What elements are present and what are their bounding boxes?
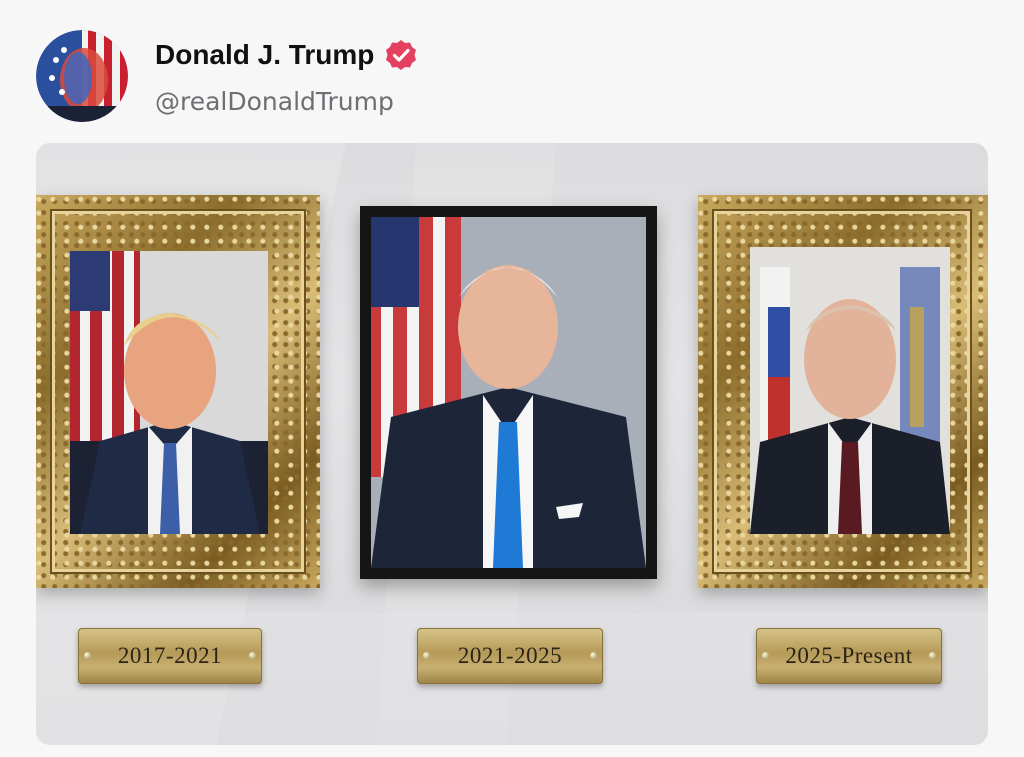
plaque-label: 2025-Present (785, 643, 913, 668)
left-portrait (70, 251, 268, 534)
plaque-center: 2021-2025 (417, 628, 603, 684)
plaque-label: 2021-2025 (457, 643, 563, 668)
plaque-rivet-icon (762, 652, 769, 659)
center-portrait (371, 217, 646, 568)
right-portrait-frame (698, 195, 988, 588)
plaque-rivet-icon (929, 652, 936, 659)
verified-badge-icon (384, 38, 418, 72)
author-avatar[interactable] (36, 30, 128, 122)
plaque-rivet-icon (423, 652, 430, 659)
right-portrait (750, 247, 950, 534)
plaque-left: 2017-2021 (78, 628, 262, 684)
author-handle[interactable]: @realDonaldTrump (155, 87, 394, 116)
author-display-name[interactable]: Donald J. Trump (155, 39, 374, 71)
plaque-rivet-icon (590, 652, 597, 659)
post-media-image[interactable]: 2017-2021 2021-2025 2025-Present (36, 143, 988, 745)
plaque-rivet-icon (84, 652, 91, 659)
plaque-right: 2025-Present (756, 628, 942, 684)
left-portrait-frame (36, 195, 320, 588)
plaque-rivet-icon (249, 652, 256, 659)
author-name-row: Donald J. Trump (155, 36, 418, 74)
center-portrait-frame (360, 206, 657, 579)
plaque-label: 2017-2021 (117, 643, 223, 668)
